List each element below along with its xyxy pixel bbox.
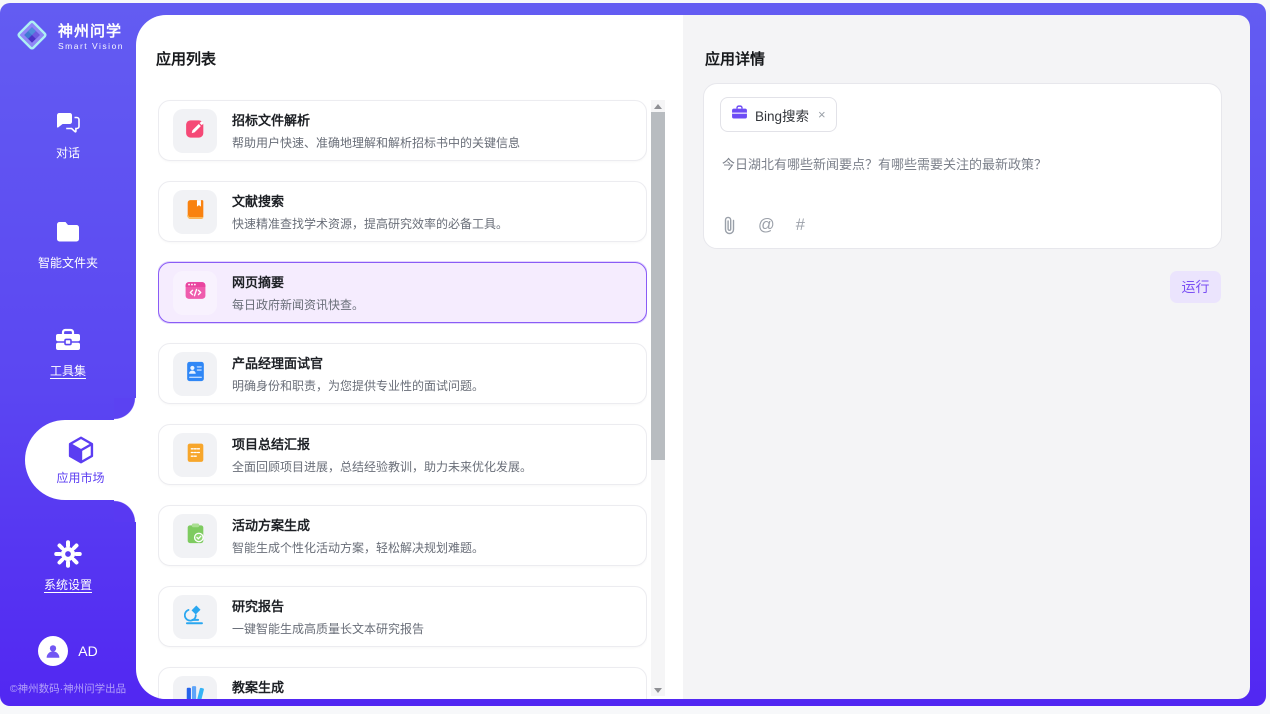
- gear-icon: [53, 539, 83, 569]
- brand-subtitle: Smart Vision: [58, 42, 124, 51]
- query-input[interactable]: 今日湖北有哪些新闻要点？有哪些需要关注的最新政策？: [722, 154, 1203, 173]
- sidebar-item-label: 应用市场: [56, 469, 104, 486]
- app-card-description: 一键智能生成高质量长文本研究报告: [232, 620, 424, 637]
- run-button[interactable]: 运行: [1170, 271, 1221, 303]
- content-area: 应用列表 招标文件解析 帮助用户快速、准确地理解和解析招标书中的关键信息 文献搜…: [136, 15, 1250, 699]
- resume-icon: [183, 359, 208, 389]
- sidebar-item-1[interactable]: 智能文件夹: [0, 217, 136, 271]
- app-icon-tile: [173, 109, 217, 153]
- composer-toolbar: @ #: [722, 216, 805, 235]
- sidebar: 神州问学 Smart Vision 对话 智能文件夹 工具集 系统设置: [0, 3, 136, 706]
- notepad-icon: [183, 440, 208, 470]
- app-card[interactable]: 文献搜索 快速精准查找学术资源，提高研究效率的必备工具。: [158, 181, 647, 242]
- user-account[interactable]: AD: [0, 636, 136, 666]
- app-card-title: 活动方案生成: [232, 515, 484, 534]
- app-window: 神州问学 Smart Vision 对话 智能文件夹 工具集 系统设置: [0, 0, 1270, 714]
- clipboard-check-icon: [183, 521, 208, 551]
- app-card-title: 产品经理面试官: [232, 353, 484, 372]
- app-card-title: 网页摘要: [232, 272, 364, 291]
- app-icon-tile: [173, 271, 217, 315]
- app-card[interactable]: 网页摘要 每日政府新闻资讯快查。: [158, 262, 647, 323]
- app-card-description: 智能生成个性化活动方案，轻松解决规划难题。: [232, 539, 484, 556]
- sidebar-item-2[interactable]: 工具集: [0, 325, 136, 379]
- app-card-description: 快速精准查找学术资源，提高研究效率的必备工具。: [232, 215, 508, 232]
- app-list-title: 应用列表: [156, 48, 216, 69]
- toolbox-icon: [53, 325, 83, 355]
- bubble-notch-bottom: [114, 500, 136, 522]
- tool-chip-bing-search[interactable]: Bing搜索 ×: [720, 97, 837, 132]
- scrollbar[interactable]: [651, 100, 665, 696]
- brand-name: 神州问学: [58, 24, 124, 41]
- at-icon[interactable]: @: [758, 217, 775, 234]
- brand-logo: 神州问学 Smart Vision: [14, 17, 124, 58]
- app-card[interactable]: 研究报告 一键智能生成高质量长文本研究报告: [158, 586, 647, 647]
- app-icon-tile: [173, 595, 217, 639]
- app-card[interactable]: 产品经理面试官 明确身份和职责，为您提供专业性的面试问题。: [158, 343, 647, 404]
- app-detail-panel: 应用详情 Bing搜索 × 今日湖北有哪些新闻要点？有哪: [683, 15, 1250, 699]
- sidebar-item-0[interactable]: 对话: [0, 107, 136, 161]
- app-frame: 神州问学 Smart Vision 对话 智能文件夹 工具集 系统设置: [0, 3, 1266, 706]
- app-icon-tile: [173, 514, 217, 558]
- hash-icon[interactable]: #: [796, 217, 805, 234]
- app-card-title: 招标文件解析: [232, 110, 520, 129]
- gem-logo-icon: [14, 17, 50, 58]
- books-icon: [183, 683, 208, 700]
- close-icon[interactable]: ×: [818, 107, 826, 122]
- web-code-icon: [183, 278, 208, 308]
- copyright-text: ©神州数码·神州问学出品: [0, 681, 136, 696]
- app-list-panel: 应用列表 招标文件解析 帮助用户快速、准确地理解和解析招标书中的关键信息 文献搜…: [136, 15, 683, 699]
- briefcase-icon: [731, 105, 748, 125]
- sidebar-item-app-market[interactable]: 应用市场: [25, 420, 136, 500]
- edit-square-icon: [183, 116, 208, 146]
- app-card-title: 教案生成: [232, 677, 472, 696]
- app-card[interactable]: 项目总结汇报 全面回顾项目进展，总结经验教训，助力未来优化发展。: [158, 424, 647, 485]
- cube-icon: [65, 435, 97, 465]
- bubble-notch-top: [114, 398, 136, 420]
- chat-icon: [54, 107, 82, 137]
- paperclip-icon[interactable]: [722, 216, 737, 235]
- app-detail-title: 应用详情: [705, 48, 765, 69]
- app-card-title: 研究报告: [232, 596, 424, 615]
- scrollbar-thumb[interactable]: [651, 112, 665, 460]
- scroll-up-arrow-icon[interactable]: [651, 100, 665, 112]
- book-icon: [183, 197, 208, 227]
- app-card-description: 明确身份和职责，为您提供专业性的面试问题。: [232, 377, 484, 394]
- app-card-title: 文献搜索: [232, 191, 508, 210]
- app-card-list: 招标文件解析 帮助用户快速、准确地理解和解析招标书中的关键信息 文献搜索 快速精…: [158, 85, 647, 699]
- microscope-icon: [183, 602, 208, 632]
- folder-icon: [54, 217, 82, 247]
- app-card-description: 帮助用户快速、准确地理解和解析招标书中的关键信息: [232, 134, 520, 151]
- app-icon-tile: [173, 433, 217, 477]
- sidebar-item-4[interactable]: 系统设置: [0, 539, 136, 593]
- app-card[interactable]: 活动方案生成 智能生成个性化活动方案，轻松解决规划难题。: [158, 505, 647, 566]
- app-icon-tile: [173, 352, 217, 396]
- app-card[interactable]: 教案生成 模板驱动，教案秒成，教学准备从此轻松快捷: [158, 667, 647, 699]
- app-icon-tile: [173, 190, 217, 234]
- user-initials: AD: [78, 643, 97, 659]
- scroll-down-arrow-icon[interactable]: [651, 684, 665, 696]
- app-card-description: 全面回顾项目进展，总结经验教训，助力未来优化发展。: [232, 458, 532, 475]
- app-card-title: 项目总结汇报: [232, 434, 532, 453]
- prompt-card: Bing搜索 × 今日湖北有哪些新闻要点？有哪些需要关注的最新政策？ @ #: [703, 83, 1222, 249]
- tool-chip-label: Bing搜索: [755, 105, 809, 125]
- avatar: [38, 636, 68, 666]
- app-icon-tile: [173, 676, 217, 700]
- app-card-description: 每日政府新闻资讯快查。: [232, 296, 364, 313]
- app-card[interactable]: 招标文件解析 帮助用户快速、准确地理解和解析招标书中的关键信息: [158, 100, 647, 161]
